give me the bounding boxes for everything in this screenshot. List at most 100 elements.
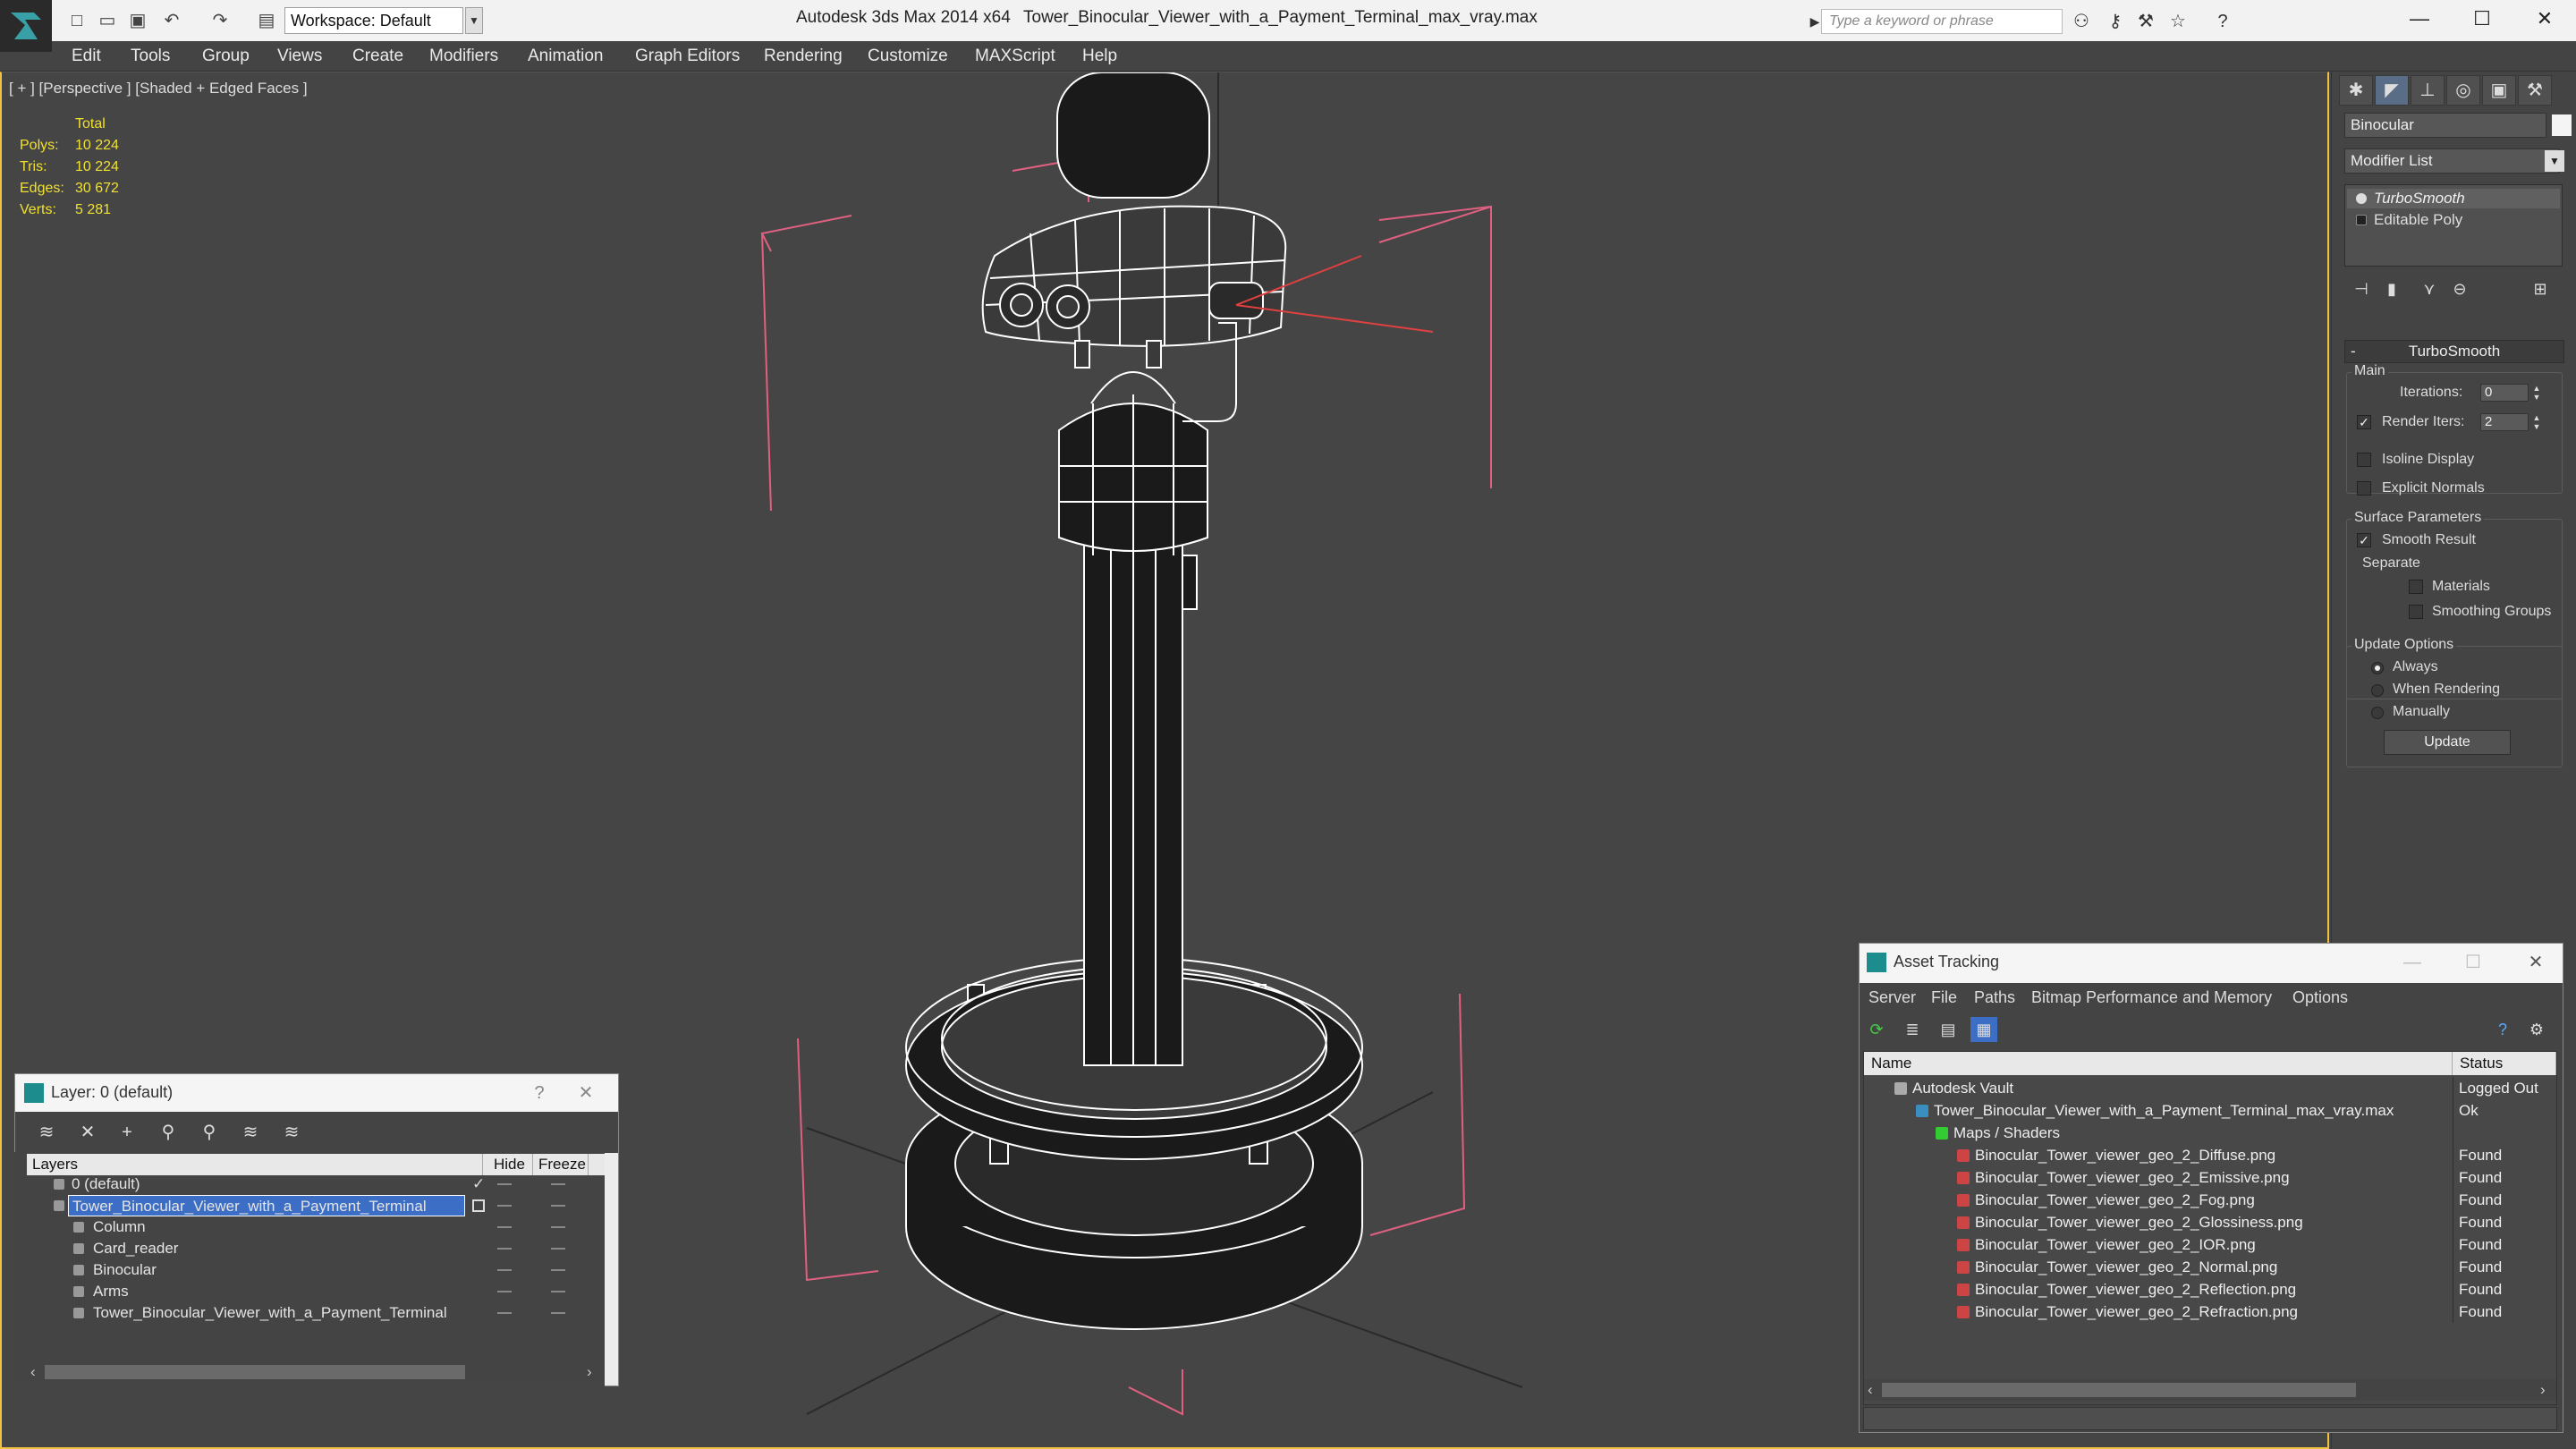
- hide-toggle[interactable]: [497, 1248, 512, 1250]
- chevron-down-icon[interactable]: ▼: [2545, 150, 2564, 172]
- explicit-normals-checkbox[interactable]: [2357, 481, 2371, 496]
- minimize-icon[interactable]: —: [2390, 0, 2449, 41]
- create-tab-icon[interactable]: ✱: [2339, 75, 2373, 106]
- display-tab-icon[interactable]: ▣: [2482, 75, 2516, 106]
- freeze-toggle[interactable]: [551, 1226, 565, 1228]
- scroll-right-icon[interactable]: ›: [587, 1363, 592, 1381]
- show-end-result-icon[interactable]: ▮: [2378, 275, 2405, 302]
- hide-toggle[interactable]: [497, 1291, 512, 1292]
- manually-radio[interactable]: [2371, 707, 2384, 719]
- smooth-result-checkbox[interactable]: ✓: [2357, 533, 2371, 547]
- materials-checkbox[interactable]: [2409, 580, 2423, 594]
- isoline-display-checkbox[interactable]: [2357, 453, 2371, 467]
- menu-customize[interactable]: Customize: [868, 47, 948, 66]
- menu-edit[interactable]: Edit: [72, 47, 101, 66]
- menu-help[interactable]: Help: [1082, 47, 1117, 66]
- asset-row-max-file[interactable]: Tower_Binocular_Viewer_with_a_Payment_Te…: [1864, 1099, 2556, 1122]
- asset-row-refraction[interactable]: Binocular_Tower_viewer_geo_2_Refraction.…: [1864, 1301, 2556, 1323]
- maximize-icon[interactable]: ☐: [2453, 0, 2512, 41]
- new-file-icon[interactable]: □: [64, 9, 89, 32]
- motion-tab-icon[interactable]: ◎: [2446, 75, 2480, 106]
- viewport-label[interactable]: [ + ] [Perspective ] [Shaded + Edged Fac…: [9, 80, 308, 97]
- menu-options[interactable]: Options: [2292, 988, 2348, 1007]
- menu-views[interactable]: Views: [277, 47, 322, 66]
- hide-toggle[interactable]: [497, 1269, 512, 1271]
- column-hide[interactable]: Hide: [488, 1154, 533, 1175]
- hide-toggle[interactable]: [497, 1312, 512, 1314]
- hide-toggle[interactable]: [497, 1183, 512, 1185]
- iterations-field[interactable]: 0: [2480, 384, 2529, 402]
- layer-row-column[interactable]: Column: [27, 1216, 614, 1238]
- render-iters-checkbox[interactable]: ✓: [2357, 415, 2371, 429]
- menu-group[interactable]: Group: [202, 47, 250, 66]
- maximize-icon[interactable]: ☐: [2455, 949, 2491, 976]
- hierarchy-tab-icon[interactable]: ⊥: [2411, 75, 2445, 106]
- asset-row-vault[interactable]: Autodesk Vault Logged Out: [1864, 1077, 2556, 1099]
- menu-modifiers[interactable]: Modifiers: [429, 47, 498, 66]
- asset-row-fog[interactable]: Binocular_Tower_viewer_geo_2_Fog.png Fou…: [1864, 1189, 2556, 1211]
- iterations-spinner[interactable]: ▲ ▼: [2530, 384, 2543, 402]
- scroll-left-icon[interactable]: ‹: [1868, 1381, 1873, 1399]
- project-folder-icon[interactable]: ▤: [254, 9, 279, 32]
- layer-row-arms[interactable]: Arms: [27, 1281, 614, 1302]
- open-file-icon[interactable]: ▭: [95, 9, 120, 32]
- update-button[interactable]: Update: [2384, 730, 2511, 755]
- star-icon[interactable]: ☆: [2166, 11, 2190, 32]
- minimize-icon[interactable]: —: [2394, 949, 2430, 976]
- layer-row-default[interactable]: 0 (default) ✓: [27, 1174, 614, 1195]
- settings-icon[interactable]: ⚙: [2523, 1017, 2550, 1042]
- asset-row-diffuse[interactable]: Binocular_Tower_viewer_geo_2_Diffuse.png…: [1864, 1144, 2556, 1166]
- menu-graph-editors[interactable]: Graph Editors: [635, 47, 740, 66]
- menu-animation[interactable]: Animation: [528, 47, 604, 66]
- scroll-left-icon[interactable]: ‹: [30, 1363, 36, 1381]
- menu-bitmap-performance[interactable]: Bitmap Performance and Memory: [2031, 988, 2272, 1007]
- freeze-toggle[interactable]: [551, 1291, 565, 1292]
- column-layers[interactable]: Layers: [27, 1154, 483, 1175]
- freeze-toggle[interactable]: [551, 1248, 565, 1250]
- delete-layer-icon[interactable]: ✕: [72, 1119, 103, 1146]
- asset-row-emissive[interactable]: Binocular_Tower_viewer_geo_2_Emissive.pn…: [1864, 1166, 2556, 1189]
- list-view-icon[interactable]: ≣: [1899, 1017, 1926, 1042]
- modify-tab-icon[interactable]: ◤: [2375, 75, 2409, 106]
- search-input[interactable]: Type a keyword or phrase: [1821, 9, 2063, 34]
- lightbulb-icon[interactable]: [2356, 193, 2367, 204]
- help-icon[interactable]: ?: [2489, 1017, 2516, 1042]
- key-icon[interactable]: ⚷: [2104, 11, 2127, 32]
- configure-sets-icon[interactable]: ⊞: [2527, 275, 2554, 302]
- stack-item-editable-poly[interactable]: Editable Poly: [2347, 210, 2560, 230]
- menu-create[interactable]: Create: [352, 47, 403, 66]
- freeze-all-icon[interactable]: ≋: [276, 1119, 307, 1146]
- rollout-turbosmooth-header[interactable]: - TurboSmooth: [2344, 340, 2564, 363]
- asset-row-reflection[interactable]: Binocular_Tower_viewer_geo_2_Reflection.…: [1864, 1278, 2556, 1301]
- expand-icon[interactable]: [2356, 215, 2367, 225]
- make-unique-icon[interactable]: ⋎: [2416, 275, 2443, 302]
- scroll-thumb[interactable]: [45, 1365, 465, 1379]
- object-color-swatch[interactable]: [2552, 114, 2572, 136]
- freeze-toggle[interactable]: [551, 1205, 565, 1207]
- help-icon[interactable]: ?: [521, 1080, 557, 1106]
- menu-maxscript[interactable]: MAXScript: [975, 47, 1055, 66]
- app-logo-icon[interactable]: [0, 0, 52, 52]
- scroll-right-icon[interactable]: ›: [2540, 1381, 2546, 1399]
- table-view-icon[interactable]: ▤: [1935, 1017, 1962, 1042]
- collapse-icon[interactable]: -: [2351, 341, 2356, 362]
- always-radio[interactable]: [2371, 662, 2384, 674]
- close-icon[interactable]: ✕: [568, 1080, 604, 1106]
- object-name-field[interactable]: Binocular: [2344, 113, 2546, 138]
- chevron-down-icon[interactable]: ▼: [465, 7, 483, 34]
- when-rendering-radio[interactable]: [2371, 684, 2384, 697]
- layer-horizontal-scrollbar[interactable]: ‹ ›: [27, 1361, 603, 1383]
- modifier-list-dropdown[interactable]: Modifier List: [2344, 148, 2559, 174]
- layer-row-tower[interactable]: Tower_Binocular_Viewer_with_a_Payment_Te…: [27, 1195, 614, 1216]
- remove-modifier-icon[interactable]: ⊖: [2446, 275, 2473, 302]
- asset-row-glossiness[interactable]: Binocular_Tower_viewer_geo_2_Glossiness.…: [1864, 1211, 2556, 1233]
- column-status[interactable]: Status: [2453, 1052, 2556, 1075]
- help-icon[interactable]: ?: [2211, 11, 2234, 32]
- freeze-toggle[interactable]: [551, 1269, 565, 1271]
- select-objects-icon[interactable]: ⚲: [153, 1119, 183, 1146]
- redo-icon[interactable]: ↷: [208, 9, 233, 32]
- menu-file[interactable]: File: [1931, 988, 1957, 1007]
- layer-row-card-reader[interactable]: Card_reader: [27, 1238, 614, 1259]
- save-file-icon[interactable]: ▣: [125, 9, 150, 32]
- asset-row-normal[interactable]: Binocular_Tower_viewer_geo_2_Normal.png …: [1864, 1256, 2556, 1278]
